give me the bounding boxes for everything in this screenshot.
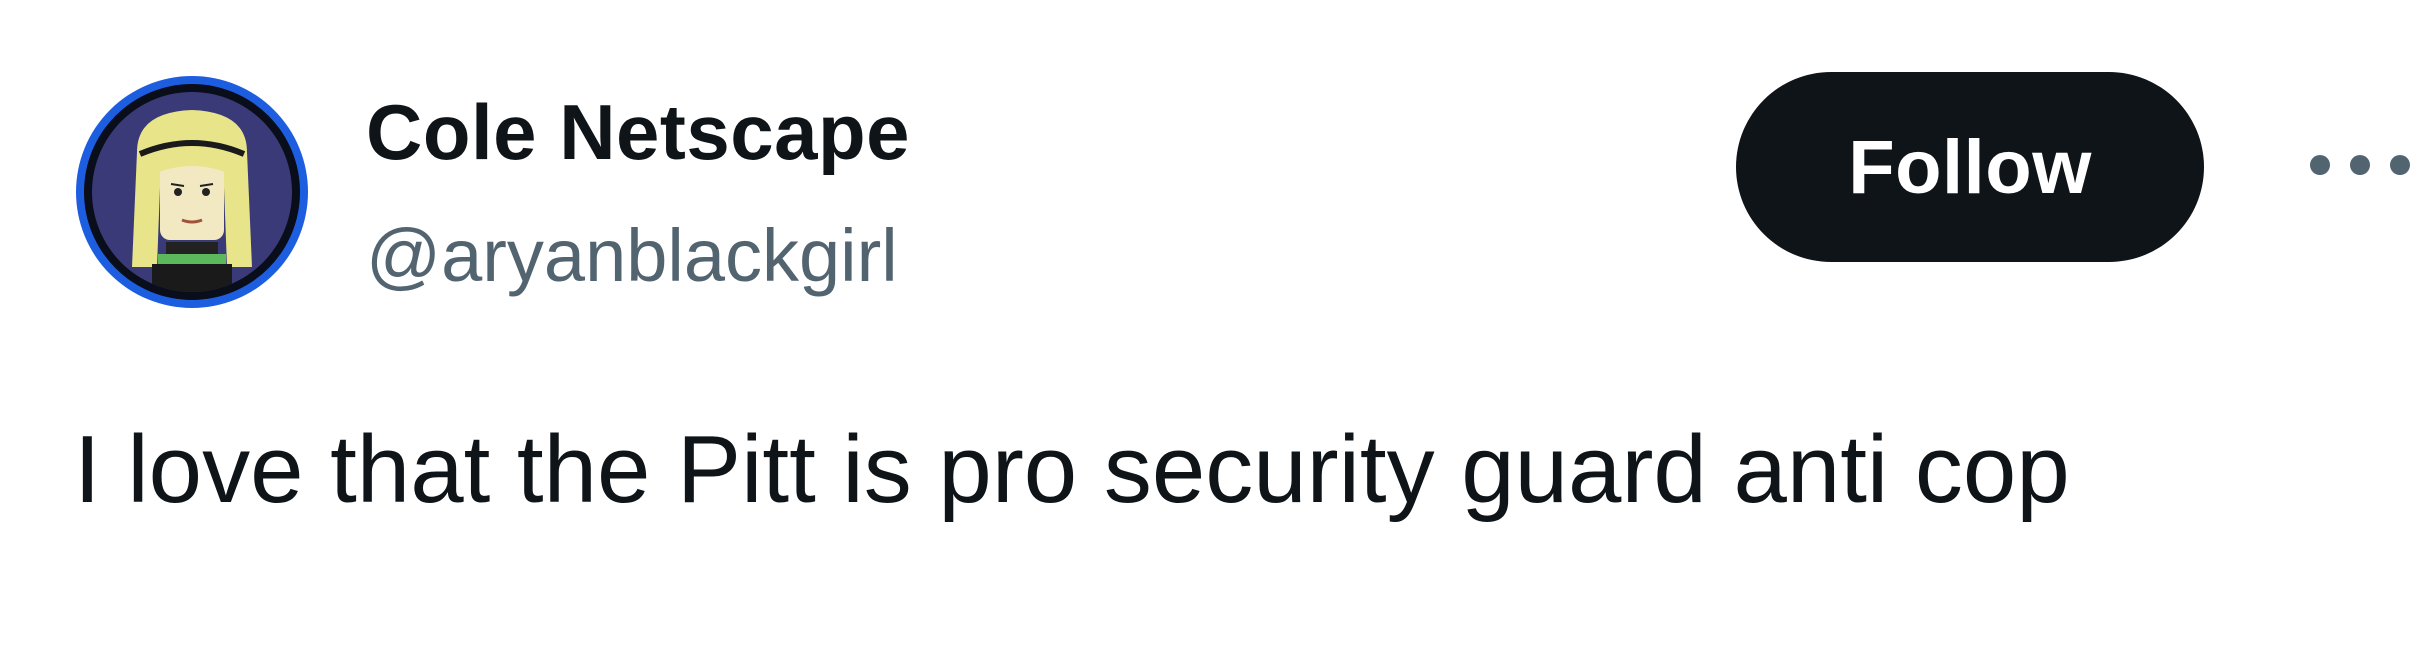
more-options-icon[interactable] <box>2310 130 2410 200</box>
display-name[interactable]: Cole Netscape <box>366 82 910 182</box>
dot-icon <box>2310 155 2330 175</box>
dot-icon <box>2390 155 2410 175</box>
lego-minifig-avatar-icon <box>92 92 292 292</box>
follow-button[interactable]: Follow <box>1736 72 2204 262</box>
tweet-text: I love that the Pitt is pro security gua… <box>74 416 2070 523</box>
dot-icon <box>2350 155 2370 175</box>
avatar[interactable] <box>76 76 308 308</box>
tweet-card: Cole Netscape @aryanblackgirl Follow I l… <box>0 0 2432 652</box>
avatar-image <box>84 84 300 300</box>
user-handle[interactable]: @aryanblackgirl <box>366 208 898 304</box>
